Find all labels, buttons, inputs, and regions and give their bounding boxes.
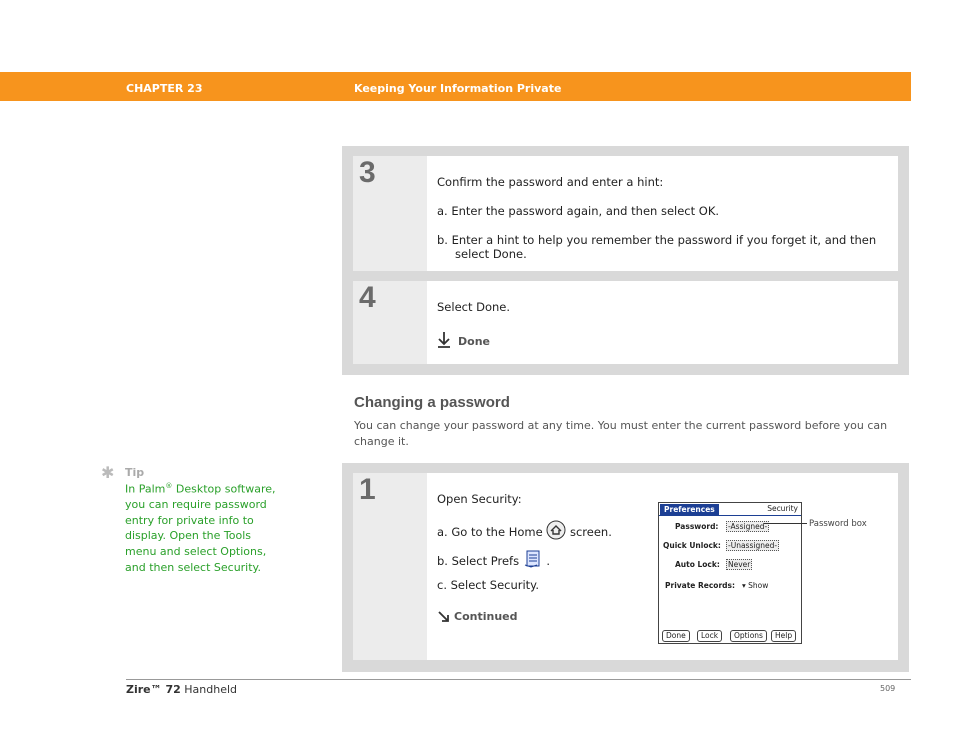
palm-private-records-label: Private Records: <box>665 581 735 590</box>
tip-text-line1: In Palm <box>125 482 166 496</box>
palm-password-label: Password: <box>675 522 719 531</box>
step-4-body: Select Done. Done <box>427 281 898 364</box>
step-4-number: 4 <box>359 281 376 314</box>
home-icon <box>546 520 566 540</box>
chapter-number: CHAPTER 23 <box>126 82 203 95</box>
palm-title-rule <box>659 515 801 516</box>
continued-label: Continued <box>454 610 518 623</box>
palm-quick-unlock-field: -Unassigned- <box>726 540 780 551</box>
step-4-number-box: 4 <box>353 281 427 364</box>
footer-rule <box>126 679 911 680</box>
section-text: You can change your password at any time… <box>354 419 888 448</box>
password-box-callout: Password box <box>809 519 867 529</box>
step-1-item-b: b. Select Prefs . <box>437 549 550 569</box>
palm-auto-lock-field: Never <box>726 559 753 570</box>
step-1-item-a-suffix: screen. <box>569 525 612 539</box>
step-1-item-a-prefix: a. Go to the Home <box>437 525 543 539</box>
step-1-item-a: a. Go to the Home screen. <box>437 520 612 540</box>
palm-options-button: Options <box>730 630 767 642</box>
palm-password-field: -Assigned- <box>726 521 770 532</box>
palm-help-button: Help <box>771 630 797 642</box>
tip-label: Tip <box>125 466 145 479</box>
step-3-number-box: 3 <box>353 156 427 271</box>
section-title: Changing a password <box>354 394 510 411</box>
step-1-number-box: 1 <box>353 473 427 660</box>
step-3-intro: Confirm the password and enter a hint: <box>437 175 664 189</box>
palm-done-button: Done <box>662 630 690 642</box>
step-3-item-a: a. Enter the password again, and then se… <box>437 204 720 218</box>
tip-asterisk-icon: ✱ <box>101 463 115 482</box>
step-1-item-b-suffix: . <box>546 554 551 568</box>
tip-text-rest: software, you can require password entry… <box>125 482 276 574</box>
step-3-item-b-cont: select Done. <box>455 247 527 261</box>
palm-lock-button: Lock <box>697 630 723 642</box>
step-4-done-label: Done <box>458 335 490 348</box>
tip-text-line1b: Desktop <box>172 482 222 496</box>
palm-title: Preferences <box>660 504 719 515</box>
step-4-intro: Select Done. <box>437 300 511 314</box>
palm-private-records-value: ▾ Show <box>742 581 769 590</box>
done-arrow-icon <box>438 332 450 348</box>
footer-product-name: Zire™ 72 <box>126 683 181 696</box>
tip-text: In Palm® Desktop software, you can requi… <box>125 479 285 575</box>
step-3-item-b: b. Enter a hint to help you remember the… <box>437 233 877 247</box>
page-number: 509 <box>880 684 896 693</box>
footer-product-suffix: Handheld <box>180 683 238 696</box>
palm-title-right: Security <box>767 504 798 513</box>
footer-product: Zire™ 72 Handheld <box>126 683 237 696</box>
chapter-title: Keeping Your Information Private <box>354 82 562 95</box>
palm-auto-lock-label: Auto Lock: <box>675 560 720 569</box>
step-3-body: Confirm the password and enter a hint: a… <box>427 156 898 271</box>
continued-arrow-icon <box>438 611 449 622</box>
step-1-item-c: c. Select Security. <box>437 578 540 592</box>
palm-quick-unlock-label: Quick Unlock: <box>663 541 721 550</box>
callout-line <box>764 523 807 524</box>
step-1-item-b-prefix: b. Select Prefs <box>437 554 520 568</box>
prefs-icon <box>524 550 540 568</box>
step-3-number: 3 <box>359 156 376 189</box>
step-1-intro: Open Security: <box>437 492 522 506</box>
step-1-number: 1 <box>359 473 376 506</box>
